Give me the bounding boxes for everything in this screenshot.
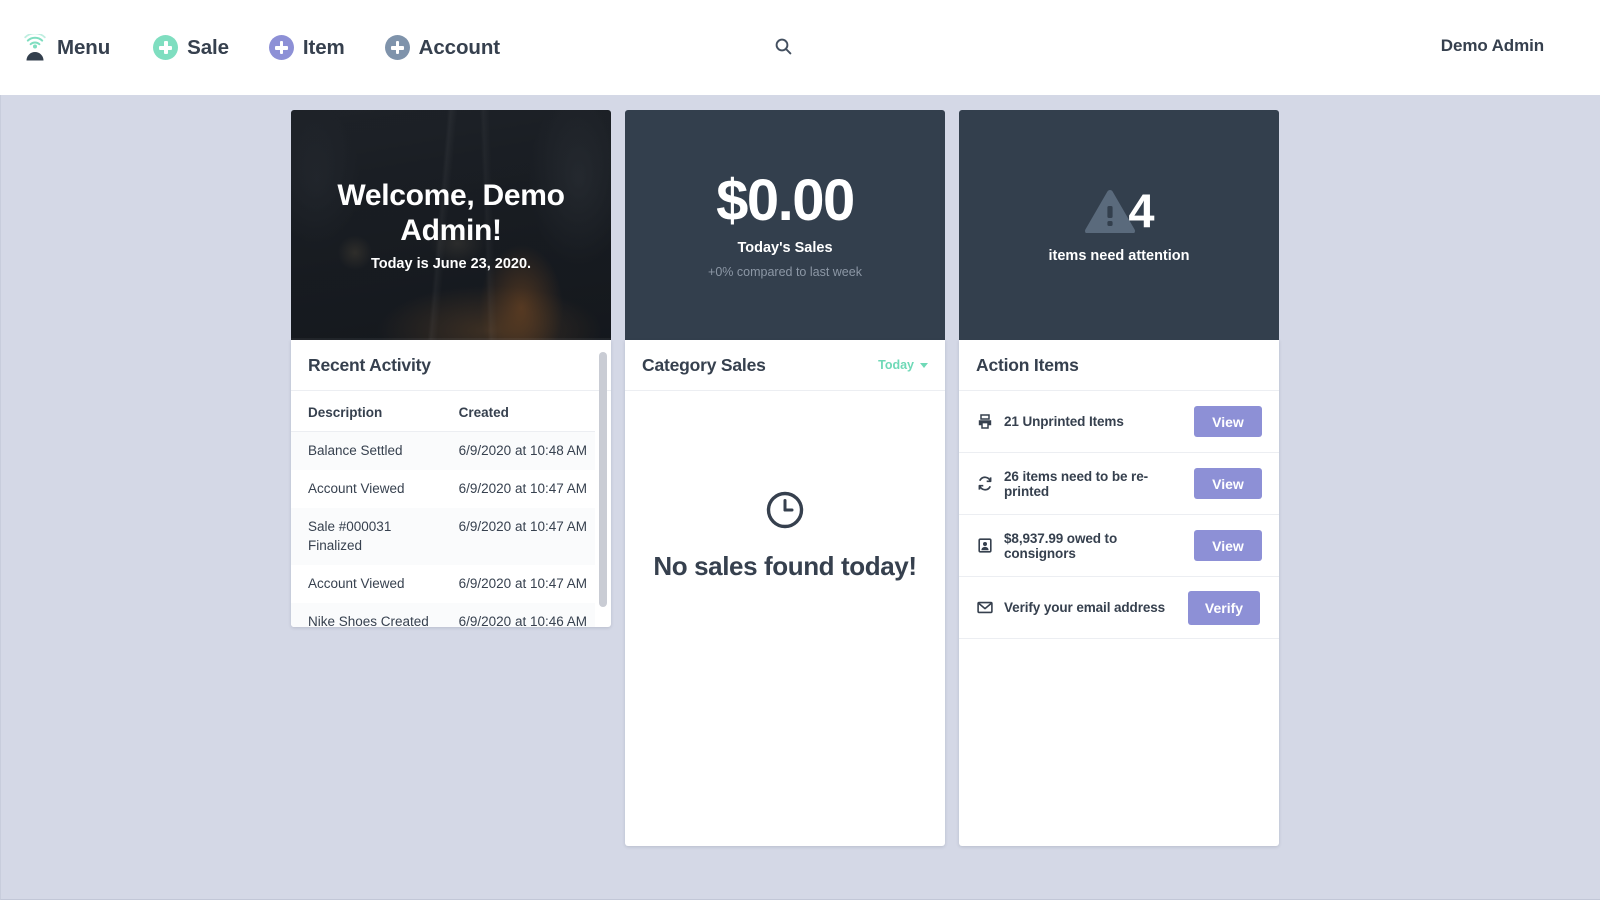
activity-created-cell: 6/9/2020 at 10:48 AM — [452, 432, 595, 471]
activity-description-cell[interactable]: Account Viewed — [291, 565, 452, 603]
table-row[interactable]: Balance Settled6/9/2020 at 10:48 AM — [291, 432, 595, 471]
panel-title: Recent Activity — [308, 355, 431, 376]
nav-item-sale[interactable]: Sale — [153, 35, 229, 60]
action-item-text: 21 Unprinted Items — [1004, 414, 1183, 429]
welcome-card: Welcome, Demo Admin! Today is June 23, 2… — [291, 110, 611, 340]
refresh-icon — [977, 476, 993, 491]
user-menu[interactable]: Demo Admin — [1441, 36, 1544, 56]
todays-sales-card: $0.00 Today's Sales +0% compared to last… — [625, 110, 945, 340]
nav-item-menu[interactable]: Menu — [22, 34, 110, 61]
action-item-row: 26 items need to be re-printed View — [959, 453, 1279, 515]
table-row[interactable]: Sale #000031 Finalized6/9/2020 at 10:47 … — [291, 508, 595, 564]
category-sales-period-filter[interactable]: Today — [878, 358, 928, 372]
attention-card: 4 items need attention — [959, 110, 1279, 340]
dashboard-column-middle: $0.00 Today's Sales +0% compared to last… — [625, 110, 945, 846]
nav-item-account-label: Account — [419, 36, 500, 60]
page-body: Welcome, Demo Admin! Today is June 23, 2… — [0, 95, 1600, 900]
action-item-row: Verify your email address Verify — [959, 577, 1279, 639]
attention-count: 4 — [1128, 187, 1153, 234]
activity-description-cell: Balance Settled — [291, 432, 452, 471]
activity-created-cell: 6/9/2020 at 10:46 AM — [452, 603, 595, 627]
column-header-created: Created — [452, 391, 595, 432]
plus-circle-icon — [385, 35, 410, 60]
id-card-icon — [977, 538, 993, 553]
action-items-header: Action Items — [959, 340, 1279, 391]
beacon-icon — [22, 34, 48, 61]
welcome-title: Welcome, Demo Admin! — [326, 178, 576, 249]
plus-circle-icon — [153, 35, 178, 60]
recent-activity-body: Balance Settled6/9/2020 at 10:48 AMAccou… — [291, 432, 595, 628]
action-item-row: 21 Unprinted Items View — [959, 391, 1279, 453]
nav-item-item[interactable]: Item — [269, 35, 345, 60]
column-header-description: Description — [291, 391, 452, 432]
recent-activity-table: Description Created Balance Settled6/9/2… — [291, 391, 595, 627]
attention-count-row: 4 — [1084, 187, 1153, 234]
view-button[interactable]: View — [1194, 406, 1262, 437]
panel-title: Category Sales — [642, 355, 766, 376]
table-row[interactable]: Account Viewed6/9/2020 at 10:47 AM — [291, 565, 595, 603]
nav-item-account[interactable]: Account — [385, 35, 500, 60]
view-button[interactable]: View — [1194, 468, 1262, 499]
action-item-text: Verify your email address — [1004, 600, 1177, 615]
attention-label: items need attention — [1049, 248, 1190, 264]
category-sales-empty-state: No sales found today! — [625, 490, 945, 583]
recent-activity-panel: Recent Activity Description Created Bala… — [291, 340, 611, 627]
top-navigation-bar: Menu Sale Item Account Demo Admin — [0, 0, 1600, 95]
action-item-text: $8,937.99 owed to consignors — [1004, 531, 1183, 561]
chevron-down-icon — [920, 363, 928, 368]
panel-title: Action Items — [976, 355, 1079, 376]
nav-items-group: Menu Sale Item Account — [0, 34, 540, 61]
todays-sales-label: Today's Sales — [737, 240, 832, 256]
period-filter-label: Today — [878, 358, 914, 372]
envelope-icon — [977, 601, 993, 614]
table-row[interactable]: Account Viewed6/9/2020 at 10:47 AM — [291, 470, 595, 508]
category-sales-panel: Category Sales Today No sales found toda… — [625, 340, 945, 846]
recent-activity-header: Recent Activity — [291, 340, 611, 391]
search-icon — [775, 38, 792, 55]
nav-item-sale-label: Sale — [187, 36, 229, 60]
todays-sales-comparison: +0% compared to last week — [708, 265, 862, 279]
activity-description-cell[interactable]: Account Viewed — [291, 470, 452, 508]
action-item-row: $8,937.99 owed to consignors View — [959, 515, 1279, 577]
plus-circle-icon — [269, 35, 294, 60]
dashboard-column-left: Welcome, Demo Admin! Today is June 23, 2… — [291, 110, 611, 846]
activity-scrollbar-track[interactable] — [601, 346, 609, 621]
clock-icon — [765, 490, 805, 530]
search-button[interactable] — [775, 38, 792, 55]
nav-item-item-label: Item — [303, 36, 345, 60]
todays-sales-amount: $0.00 — [716, 172, 854, 230]
action-items-panel: Action Items 21 Unprinted ItemsView26 it… — [959, 340, 1279, 846]
view-button[interactable]: View — [1194, 530, 1262, 561]
dashboard-column-right: 4 items need attention Action Items 21 U… — [959, 110, 1279, 846]
action-items-list: 21 Unprinted ItemsView26 items need to b… — [959, 391, 1279, 639]
beacon-icon-svg — [22, 34, 48, 61]
empty-state-text: No sales found today! — [653, 549, 917, 583]
activity-scrollbar-thumb[interactable] — [599, 352, 607, 607]
nav-item-menu-label: Menu — [57, 36, 110, 60]
activity-description-cell[interactable]: Sale #000031 Finalized — [291, 508, 452, 564]
dashboard-grid: Welcome, Demo Admin! Today is June 23, 2… — [291, 110, 1279, 846]
activity-description-cell[interactable]: Nike Shoes Created — [291, 603, 452, 627]
category-sales-header: Category Sales Today — [625, 340, 945, 391]
recent-activity-scroll-area[interactable]: Recent Activity Description Created Bala… — [291, 340, 611, 627]
printer-icon — [977, 414, 993, 429]
activity-created-cell: 6/9/2020 at 10:47 AM — [452, 508, 595, 564]
verify-button[interactable]: Verify — [1188, 591, 1260, 625]
table-row[interactable]: Nike Shoes Created6/9/2020 at 10:46 AM — [291, 603, 595, 627]
table-header-row: Description Created — [291, 391, 595, 432]
welcome-subtitle: Today is June 23, 2020. — [371, 256, 531, 272]
activity-created-cell: 6/9/2020 at 10:47 AM — [452, 470, 595, 508]
action-item-text: 26 items need to be re-printed — [1004, 469, 1183, 499]
activity-created-cell: 6/9/2020 at 10:47 AM — [452, 565, 595, 603]
